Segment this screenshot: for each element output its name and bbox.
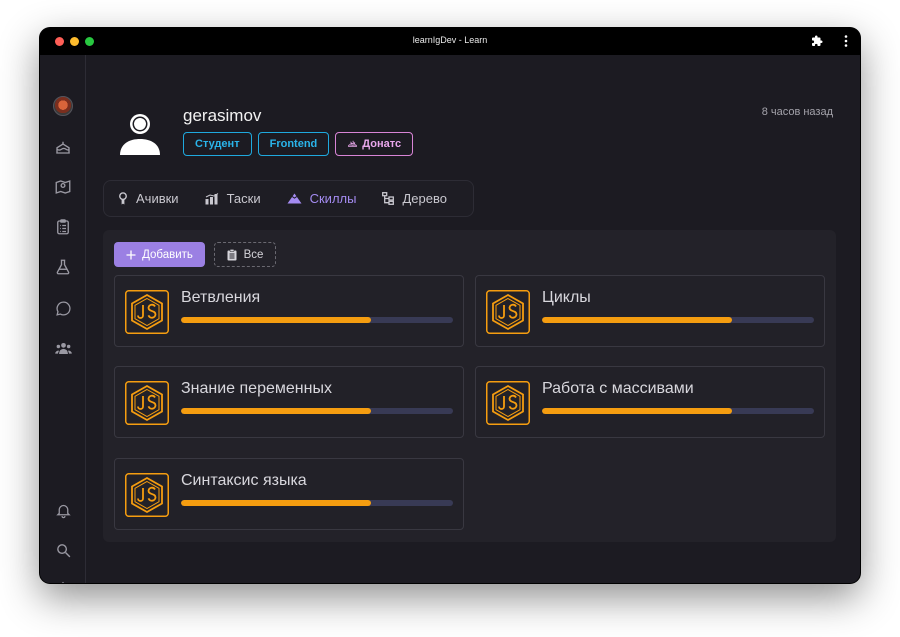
tab-tree[interactable]: Дерево: [382, 191, 447, 206]
badge-label: Студент: [195, 138, 240, 150]
mountain-icon: [287, 193, 302, 204]
skill-name: Работа с массивами: [542, 380, 694, 397]
filter-all-button[interactable]: Все: [214, 242, 276, 267]
clipboard-list-icon: [227, 248, 237, 260]
badge-frontend[interactable]: Frontend: [257, 132, 330, 156]
skill-card[interactable]: Знание переменных: [114, 366, 464, 438]
skill-progress-fill: [181, 408, 372, 414]
tab-label: Таски: [226, 191, 261, 206]
tab-label: Дерево: [402, 191, 447, 206]
profile-badges: Студент Frontend Донатс: [183, 132, 414, 156]
chat-icon: [55, 300, 71, 316]
users-icon: [54, 342, 72, 354]
skill-progress-fill: [181, 317, 372, 323]
skill-card[interactable]: Синтаксис языка: [114, 458, 464, 530]
sidebar-item-lab[interactable]: [52, 256, 74, 278]
add-skill-label: Добавить: [142, 248, 193, 261]
skill-name: Синтаксис языка: [181, 472, 307, 489]
badge-label: Frontend: [269, 138, 318, 150]
settings-icon: [62, 581, 64, 583]
avatar: [53, 96, 73, 116]
sidebar-item-search[interactable]: [52, 539, 74, 561]
nodejs-logo-icon: [125, 381, 169, 425]
skill-progress-bar: [542, 408, 814, 414]
window-title: learnIgDev - Learn: [412, 35, 488, 45]
sidebar-user-avatar[interactable]: [52, 95, 74, 117]
tab-label: Ачивки: [136, 191, 179, 206]
skill-card[interactable]: Работа с массивами: [475, 366, 825, 438]
skill-progress-bar: [542, 317, 814, 323]
sidebar-item-settings[interactable]: [52, 579, 74, 583]
last-seen-time: 8 часов назад: [761, 106, 833, 118]
tree-icon: [382, 192, 395, 205]
more-vertical-icon[interactable]: [839, 34, 853, 48]
skill-progress-bar: [181, 317, 453, 323]
sidebar-item-cake[interactable]: [52, 136, 74, 158]
skill-progress-bar: [181, 408, 453, 414]
flask-icon: [56, 259, 70, 275]
nodejs-logo-icon: [486, 290, 530, 334]
award-icon: [119, 192, 127, 205]
nodejs-logo-icon: [486, 381, 530, 425]
skill-name: Знание переменных: [181, 380, 332, 397]
title-bar: learnIgDev - Learn: [40, 28, 860, 55]
sidebar-item-notifications[interactable]: [52, 499, 74, 521]
tab-tasks[interactable]: Таски: [205, 191, 261, 206]
clipboard-icon: [57, 219, 69, 235]
profile-avatar-icon: [120, 114, 160, 155]
skill-card[interactable]: Циклы: [475, 275, 825, 347]
main-content: gerasimov 8 часов назад Студент Frontend…: [87, 55, 860, 583]
skill-progress-fill: [542, 317, 733, 323]
app-window: learnIgDev - Learn gerasimov 8 часов наз…: [40, 28, 860, 583]
sidebar-item-chat[interactable]: [52, 297, 74, 319]
map-marker-icon: [55, 180, 71, 194]
cake-icon: [56, 141, 70, 154]
sidebar-item-map[interactable]: [52, 176, 74, 198]
nodejs-logo-icon: [125, 473, 169, 517]
bell-icon: [55, 504, 71, 518]
tab-achievements[interactable]: Ачивки: [118, 191, 179, 206]
search-icon: [56, 543, 70, 557]
tab-skills[interactable]: Скиллы: [287, 191, 357, 206]
add-skill-button[interactable]: Добавить: [114, 242, 205, 267]
badge-donate[interactable]: Донатс: [335, 132, 414, 156]
skill-progress-fill: [542, 408, 733, 414]
skill-name: Ветвления: [181, 289, 261, 306]
skill-card[interactable]: Ветвления: [114, 275, 464, 347]
skills-panel: Добавить Все Ветвления Циклы Знание пере…: [103, 230, 836, 542]
extensions-icon[interactable]: [810, 34, 824, 48]
donut-icon: [348, 140, 358, 147]
profile-tabs: Ачивки Таски Скиллы Дерево: [103, 180, 474, 217]
badge-student[interactable]: Студент: [183, 132, 252, 156]
profile-username: gerasimov: [183, 106, 262, 125]
tab-label: Скиллы: [309, 191, 357, 206]
sidebar-item-tasks[interactable]: [52, 216, 74, 238]
skill-progress-fill: [181, 500, 372, 506]
tasks-chart-icon: [205, 192, 218, 204]
badge-label: Донатс: [362, 138, 402, 150]
sidebar-item-users[interactable]: [52, 337, 74, 359]
nodejs-logo-icon: [125, 290, 169, 334]
skill-name: Циклы: [542, 289, 591, 306]
skill-progress-bar: [181, 500, 453, 506]
filter-all-label: Все: [243, 248, 264, 261]
sidebar: [40, 55, 86, 583]
plus-icon: [126, 250, 136, 259]
